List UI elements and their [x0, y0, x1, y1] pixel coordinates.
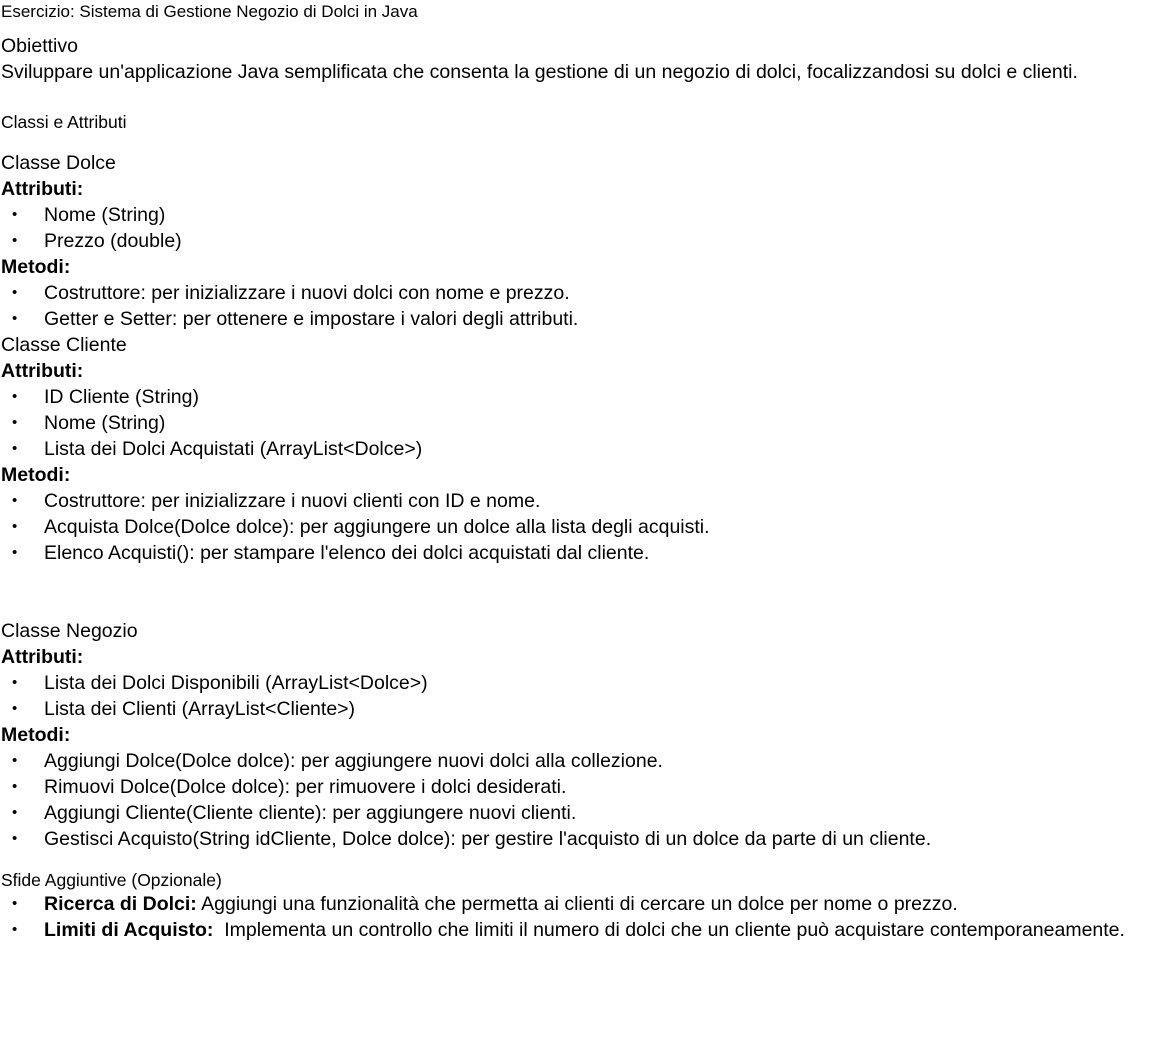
bullet-icon: •	[12, 778, 18, 795]
bullet-icon: •	[12, 700, 18, 717]
list-item: • Nome (String)	[1, 202, 1151, 228]
bullet-icon: •	[12, 752, 18, 769]
list-item: • Costruttore: per inizializzare i nuovi …	[1, 488, 1151, 514]
bullet-icon: •	[12, 206, 18, 223]
bullet-icon: •	[12, 284, 18, 301]
negozio-methods-label: Metodi:	[1, 724, 71, 746]
dolce-methods-list: • Costruttore: per inizializzare i nuovi …	[1, 280, 1151, 332]
list-item: • Nome (String)	[1, 410, 1151, 436]
negozio-attributes-list: • Lista dei Dolci Disponibili (ArrayList<…	[1, 670, 1151, 722]
list-item: • Gestisci Acquisto(String idCliente, Dol…	[1, 826, 1151, 852]
bullet-icon: •	[12, 388, 18, 405]
bullet-icon: •	[12, 310, 18, 327]
dolce-methods-label: Metodi:	[1, 256, 71, 278]
challenges-list: • Ricerca di Dolci: Aggiungi una funziona…	[1, 891, 1151, 943]
list-item: • Limiti di Acquisto: Implementa un contr…	[1, 917, 1151, 943]
list-item-text: Lista dei Dolci Disponibili (ArrayList<D…	[44, 672, 428, 694]
list-item: • Ricerca di Dolci: Aggiungi una funziona…	[1, 891, 1151, 917]
class-dolce-heading: Classe Dolce	[1, 152, 116, 174]
dolce-attributes-label: Attributi:	[1, 178, 84, 200]
negozio-attributes-label: Attributi:	[1, 646, 84, 668]
bullet-icon: •	[12, 895, 18, 912]
challenge-text: Implementa un controllo che limiti il nu…	[213, 919, 1125, 941]
cliente-attributes-label: Attributi:	[1, 360, 84, 382]
list-item: • Lista dei Dolci Acquistati (ArrayList<D…	[1, 436, 1151, 462]
list-item: • Getter e Setter: per ottenere e imposta…	[1, 306, 1151, 332]
challenge-label: Limiti di Acquisto:	[44, 919, 214, 941]
document: Esercizio: Sistema di Gestione Negozio d…	[1, 0, 1151, 943]
list-item-text: ID Cliente (String)	[44, 386, 199, 408]
list-item-text: Nome (String)	[44, 412, 166, 434]
classes-heading: Classi e Attributi	[1, 112, 127, 132]
list-item: • Rimuovi Dolce(Dolce dolce): per rimuove…	[1, 774, 1151, 800]
bullet-icon: •	[12, 674, 18, 691]
list-item-text: Rimuovi Dolce(Dolce dolce): per rimuover…	[44, 776, 567, 798]
objective-heading: Obiettivo	[1, 35, 78, 57]
bullet-icon: •	[12, 232, 18, 249]
cliente-attributes-list: • ID Cliente (String) • Nome (String) • Lis…	[1, 384, 1151, 462]
list-item-text: Lista dei Dolci Acquistati (ArrayList<Do…	[44, 438, 423, 460]
list-item-text: Gestisci Acquisto(String idCliente, Dolc…	[44, 828, 932, 850]
bullet-icon: •	[12, 518, 18, 535]
list-item: • Lista dei Clienti (ArrayList<Cliente>)	[1, 696, 1151, 722]
bullet-icon: •	[12, 492, 18, 509]
list-item: • Costruttore: per inizializzare i nuovi …	[1, 280, 1151, 306]
list-item: • Aggiungi Dolce(Dolce dolce): per aggiun…	[1, 748, 1151, 774]
list-item-text: Acquista Dolce(Dolce dolce): per aggiung…	[44, 516, 710, 538]
list-item-text: Lista dei Clienti (ArrayList<Cliente>)	[44, 698, 356, 720]
list-item-text: Nome (String)	[44, 204, 166, 226]
list-item-text: Prezzo (double)	[44, 230, 182, 252]
list-item-text: Elenco Acquisti(): per stampare l'elenco…	[44, 542, 650, 564]
list-item-text: Getter e Setter: per ottenere e impostar…	[44, 308, 579, 330]
list-item: • Acquista Dolce(Dolce dolce): per aggiun…	[1, 514, 1151, 540]
dolce-attributes-list: • Nome (String) • Prezzo (double)	[1, 202, 1151, 254]
bullet-icon: •	[12, 830, 18, 847]
negozio-methods-list: • Aggiungi Dolce(Dolce dolce): per aggiun…	[1, 748, 1151, 852]
list-item-text: Costruttore: per inizializzare i nuovi d…	[44, 282, 570, 304]
list-item: • Lista dei Dolci Disponibili (ArrayList<…	[1, 670, 1151, 696]
document-title: Esercizio: Sistema di Gestione Negozio d…	[1, 2, 418, 21]
list-item: • Elenco Acquisti(): per stampare l'elenc…	[1, 540, 1151, 566]
class-negozio-heading: Classe Negozio	[1, 620, 138, 642]
list-item-text: Aggiungi Dolce(Dolce dolce): per aggiung…	[44, 750, 663, 772]
bullet-icon: •	[12, 544, 18, 561]
list-item: • ID Cliente (String)	[1, 384, 1151, 410]
bullet-icon: •	[12, 440, 18, 457]
list-item: • Prezzo (double)	[1, 228, 1151, 254]
list-item-text: Aggiungi Cliente(Cliente cliente): per a…	[44, 802, 577, 824]
challenges-heading: Sfide Aggiuntive (Opzionale)	[1, 870, 222, 890]
cliente-methods-label: Metodi:	[1, 464, 71, 486]
list-item-text: Costruttore: per inizializzare i nuovi c…	[44, 490, 541, 512]
challenge-text: Aggiungi una funzionalità che permetta a…	[196, 893, 958, 915]
list-item: • Aggiungi Cliente(Cliente cliente): per …	[1, 800, 1151, 826]
challenge-label: Ricerca di Dolci:	[44, 893, 197, 915]
cliente-methods-list: • Costruttore: per inizializzare i nuovi …	[1, 488, 1151, 566]
objective-text: Sviluppare un'applicazione Java semplifi…	[1, 61, 1078, 83]
bullet-icon: •	[12, 921, 18, 938]
bullet-icon: •	[12, 804, 18, 821]
bullet-icon: •	[12, 414, 18, 431]
class-cliente-heading: Classe Cliente	[1, 334, 127, 356]
